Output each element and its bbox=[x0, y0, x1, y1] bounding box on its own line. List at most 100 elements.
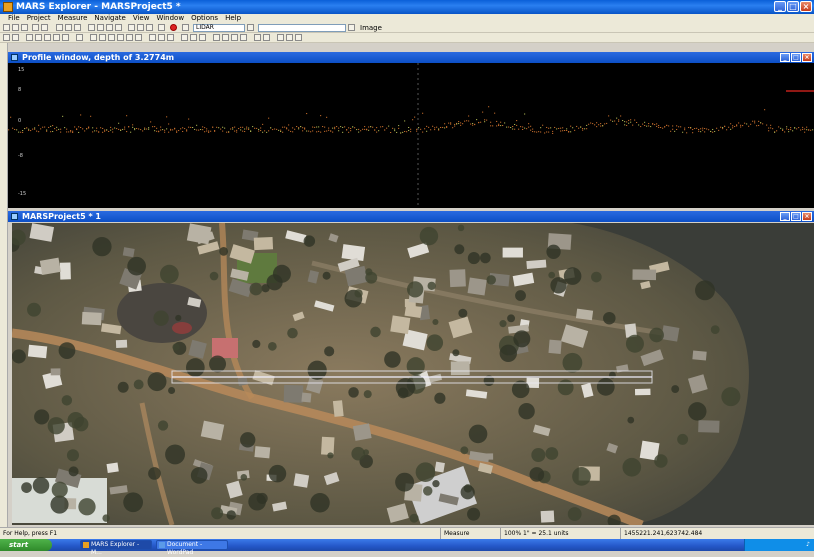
cross-section-icon[interactable] bbox=[35, 34, 42, 41]
binoculars-icon[interactable] bbox=[128, 24, 135, 31]
task-mars-explorer[interactable]: MARS Explorer - M... bbox=[80, 540, 152, 556]
tree-canopy bbox=[486, 275, 497, 285]
3d-view-icon[interactable] bbox=[222, 34, 229, 41]
secondary-combo[interactable] bbox=[258, 24, 346, 32]
record-icon[interactable] bbox=[170, 24, 177, 31]
profile-plot[interactable]: 15 8 0 -8 -15 bbox=[8, 63, 814, 208]
fly-through-icon[interactable] bbox=[213, 34, 220, 41]
menu-measure[interactable]: Measure bbox=[58, 14, 88, 23]
combo2-dropdown-icon[interactable] bbox=[348, 24, 355, 31]
ruler-icon[interactable] bbox=[181, 34, 188, 41]
info-icon[interactable] bbox=[295, 34, 302, 41]
water-icon[interactable] bbox=[167, 34, 174, 41]
lidar-point bbox=[560, 127, 562, 129]
lidar-point bbox=[434, 127, 436, 129]
tree-canopy bbox=[175, 314, 182, 322]
last-return-icon[interactable] bbox=[99, 34, 106, 41]
maximize-button[interactable]: □ bbox=[787, 1, 799, 12]
elevation-icon[interactable] bbox=[117, 34, 124, 41]
tin-icon[interactable] bbox=[53, 34, 60, 41]
menu-navigate[interactable]: Navigate bbox=[94, 14, 125, 23]
map-maximize-button[interactable]: □ bbox=[791, 212, 801, 221]
combo-dropdown-icon[interactable] bbox=[247, 24, 254, 31]
minimize-button[interactable]: _ bbox=[774, 1, 786, 12]
profile-maximize-button[interactable]: □ bbox=[791, 53, 801, 62]
lidar-point bbox=[766, 124, 768, 126]
menu-project[interactable]: Project bbox=[27, 14, 51, 23]
app-titlebar[interactable]: MARS Explorer - MARSProject5 * _ □ × bbox=[0, 0, 814, 14]
raster-icon[interactable] bbox=[62, 34, 69, 41]
map-close-button[interactable]: × bbox=[802, 212, 812, 221]
layer-combo[interactable]: LIDAR bbox=[193, 24, 245, 32]
intensity-icon[interactable] bbox=[108, 34, 115, 41]
measure-icon[interactable] bbox=[182, 24, 189, 31]
save-icon[interactable] bbox=[21, 24, 28, 31]
hand-pan-icon[interactable] bbox=[12, 34, 19, 41]
lidar-point bbox=[42, 126, 44, 128]
building-icon[interactable] bbox=[149, 34, 156, 41]
pointer-icon[interactable] bbox=[3, 34, 10, 41]
start-button[interactable]: start bbox=[0, 539, 52, 551]
aerial-image-view[interactable] bbox=[12, 223, 814, 525]
profile-icon[interactable] bbox=[26, 34, 33, 41]
lidar-point bbox=[116, 128, 118, 130]
menu-file[interactable]: File bbox=[8, 14, 20, 23]
identify-icon[interactable] bbox=[158, 24, 165, 31]
volume-icon[interactable]: ♪ bbox=[806, 541, 810, 548]
lidar-point bbox=[556, 128, 558, 130]
first-return-icon[interactable] bbox=[90, 34, 97, 41]
arrow-up-icon[interactable] bbox=[74, 24, 81, 31]
export-icon[interactable] bbox=[254, 34, 261, 41]
profile-minimize-button[interactable]: _ bbox=[780, 53, 790, 62]
help-pointer-icon[interactable] bbox=[41, 24, 48, 31]
menu-view[interactable]: View bbox=[133, 14, 150, 23]
arrow-right-icon[interactable] bbox=[65, 24, 72, 31]
tree-canopy bbox=[102, 514, 110, 522]
polygon-icon[interactable] bbox=[97, 24, 104, 31]
lidar-point bbox=[288, 124, 290, 126]
profile-window-titlebar[interactable]: Profile window, depth of 3.2774m _ □ × bbox=[8, 52, 814, 63]
vegetation-icon[interactable] bbox=[158, 34, 165, 41]
arrow-left-icon[interactable] bbox=[56, 24, 63, 31]
bookmark-icon[interactable] bbox=[240, 34, 247, 41]
lidar-point bbox=[532, 131, 534, 133]
lidar-point bbox=[316, 126, 318, 128]
map-minimize-button[interactable]: _ bbox=[780, 212, 790, 221]
refresh-icon[interactable] bbox=[277, 34, 284, 41]
print-icon[interactable] bbox=[263, 34, 270, 41]
open-folder-icon[interactable] bbox=[12, 24, 19, 31]
grid-icon[interactable] bbox=[106, 24, 113, 31]
volume-icon[interactable] bbox=[199, 34, 206, 41]
close-button[interactable]: × bbox=[800, 1, 812, 12]
classify-icon[interactable] bbox=[76, 34, 83, 41]
house-roof bbox=[540, 510, 555, 523]
lidar-point bbox=[456, 123, 458, 125]
lidar-point bbox=[324, 126, 326, 128]
menu-help[interactable]: Help bbox=[225, 14, 241, 23]
flag-icon[interactable] bbox=[231, 34, 238, 41]
rgb-icon[interactable] bbox=[126, 34, 133, 41]
profile-close-button[interactable]: × bbox=[802, 53, 812, 62]
ground-icon[interactable] bbox=[135, 34, 142, 41]
system-tray[interactable]: ♪ bbox=[744, 539, 814, 551]
lidar-point bbox=[486, 119, 488, 121]
lidar-point bbox=[462, 123, 464, 125]
zoom-out-icon[interactable] bbox=[146, 24, 153, 31]
toolbar-secondary bbox=[0, 33, 814, 43]
settings-icon[interactable] bbox=[286, 34, 293, 41]
zoom-in-icon[interactable] bbox=[137, 24, 144, 31]
map-window-titlebar[interactable]: MARSProject5 * 1 _ □ × bbox=[8, 211, 814, 222]
area-icon[interactable] bbox=[190, 34, 197, 41]
task-wordpad[interactable]: Document - WordPad bbox=[156, 540, 228, 556]
contour-icon[interactable] bbox=[44, 34, 51, 41]
select-region-icon[interactable] bbox=[88, 24, 95, 31]
tree-canopy bbox=[654, 454, 668, 468]
menu-options[interactable]: Options bbox=[191, 14, 218, 23]
filter-icon[interactable] bbox=[32, 24, 39, 31]
new-file-icon[interactable] bbox=[3, 24, 10, 31]
tree-canopy bbox=[123, 492, 144, 513]
layers-icon[interactable] bbox=[115, 24, 122, 31]
lidar-point bbox=[190, 126, 192, 128]
tree-canopy bbox=[513, 330, 531, 348]
menu-window[interactable]: Window bbox=[156, 14, 184, 23]
